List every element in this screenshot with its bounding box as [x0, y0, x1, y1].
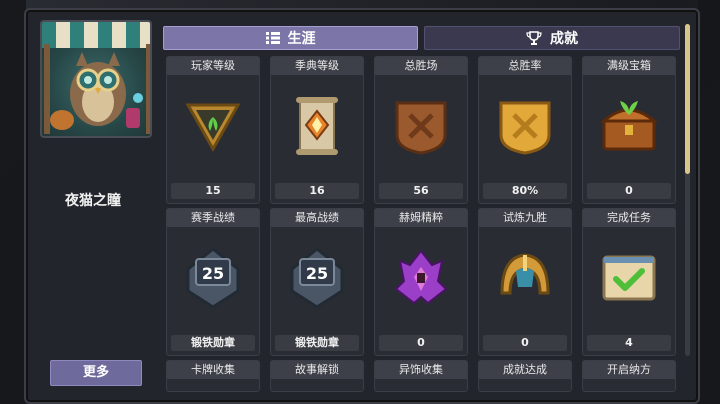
stat-value: 0 — [379, 335, 463, 351]
stat-title: 卡牌收集 — [167, 361, 259, 379]
profile-sidebar: 夜猫之瞳 更多 — [30, 14, 156, 394]
list-icon — [265, 32, 280, 44]
stat-title: 玩家等级 — [167, 57, 259, 75]
owl-character-icon — [44, 44, 150, 134]
medal-level: 25 — [306, 264, 328, 283]
stat-title: 赫姆精粹 — [375, 209, 467, 227]
stat-value: 0 — [587, 183, 671, 199]
stat-title: 总胜率 — [479, 57, 571, 75]
checkmark-scroll-icon — [602, 255, 656, 301]
golden-helmet-icon — [500, 253, 550, 295]
stat-title: 季典等级 — [271, 57, 363, 75]
iron-medal-icon: 25 — [290, 247, 344, 309]
trophy-icon — [526, 31, 542, 45]
stat-title: 试炼九胜 — [479, 209, 571, 227]
player-name: 夜猫之瞳 — [65, 193, 121, 209]
stat-card-ornament-collection[interactable]: 异饰收集 — [374, 360, 468, 392]
more-button[interactable]: 更多 — [50, 360, 142, 386]
stat-value: 56 — [379, 183, 463, 199]
bronze-shield-icon — [395, 101, 447, 155]
background-right-strip — [698, 0, 720, 404]
scrollbar-thumb[interactable] — [685, 24, 690, 174]
stat-title: 完成任务 — [583, 209, 675, 227]
stat-card-player-level[interactable]: 玩家等级 15 — [166, 56, 260, 204]
stat-card-max-chest[interactable]: 满级宝箱 0 — [582, 56, 676, 204]
stat-card-season-level[interactable]: 季典等级 16 — [270, 56, 364, 204]
stat-card-story-unlock[interactable]: 故事解锁 — [270, 360, 364, 392]
tab-achievement[interactable]: 成就 — [424, 26, 680, 50]
stat-title: 赛季战绩 — [167, 209, 259, 227]
stat-value: 锻铁勋章 — [171, 335, 255, 351]
stat-value: 16 — [275, 183, 359, 199]
tab-career-label: 生涯 — [287, 31, 316, 47]
treasure-chest-icon — [600, 101, 658, 151]
stat-value: 80% — [483, 183, 567, 199]
medal-level: 25 — [202, 264, 224, 283]
stat-card-trial-nine-wins[interactable]: 试炼九胜 0 — [478, 208, 572, 356]
scroll-star-icon — [296, 97, 338, 155]
stat-card-essence[interactable]: 赫姆精粹 0 — [374, 208, 468, 356]
stat-card-quests-completed[interactable]: 完成任务 4 — [582, 208, 676, 356]
tab-achievement-label: 成就 — [550, 31, 578, 47]
stat-title: 最高战绩 — [271, 209, 363, 227]
stat-card-total-wins[interactable]: 总胜场 56 — [374, 56, 468, 204]
stat-value: 4 — [587, 335, 671, 351]
stat-title: 故事解锁 — [271, 361, 363, 379]
tab-career[interactable]: 生涯 — [163, 26, 418, 50]
purple-crystal-icon — [394, 249, 448, 305]
stat-card-card-collection[interactable]: 卡牌收集 — [166, 360, 260, 392]
stat-title: 满级宝箱 — [583, 57, 675, 75]
stat-card-achievements-reached[interactable]: 成就达成 — [478, 360, 572, 392]
stat-card-best-record[interactable]: 最高战绩 25 锻铁勋章 — [270, 208, 364, 356]
stat-card-win-rate[interactable]: 总胜率 80% — [478, 56, 572, 204]
green-triangle-badge-icon — [185, 103, 241, 153]
scrollbar[interactable] — [685, 24, 690, 356]
iron-medal-icon: 25 — [186, 247, 240, 309]
stat-title: 异饰收集 — [375, 361, 467, 379]
stat-value: 锻铁勋章 — [275, 335, 359, 351]
gold-shield-icon — [499, 101, 551, 155]
avatar[interactable] — [40, 20, 152, 138]
stat-title: 总胜场 — [375, 57, 467, 75]
stat-title: 成就达成 — [479, 361, 571, 379]
background-left-strip — [0, 0, 26, 404]
stat-value: 15 — [171, 183, 255, 199]
stat-value: 0 — [483, 335, 567, 351]
stat-card-unlock-nafang[interactable]: 开启纳方 — [582, 360, 676, 392]
stat-title: 开启纳方 — [583, 361, 675, 379]
stat-card-season-record[interactable]: 赛季战绩 25 锻铁勋章 — [166, 208, 260, 356]
